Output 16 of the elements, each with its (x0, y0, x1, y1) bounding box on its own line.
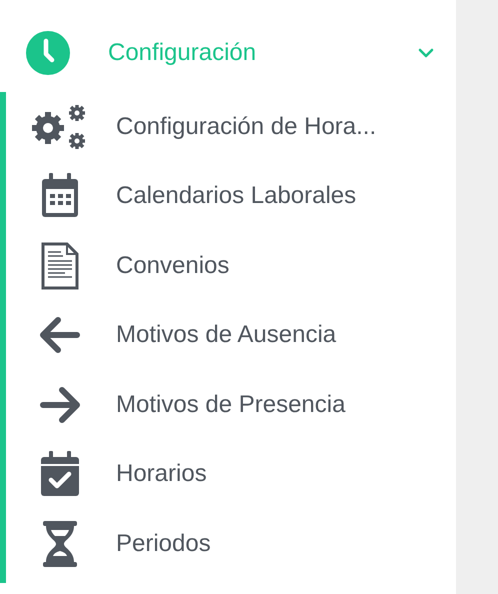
menu-item[interactable]: Motivos de Ausencia (116, 321, 336, 350)
menu-title: Configuración (108, 39, 258, 67)
menu-item[interactable]: Periodos (116, 530, 211, 558)
chevron-icon (418, 48, 434, 58)
menu-item[interactable]: Convenios (116, 252, 230, 280)
clock-icon (26, 31, 70, 75)
document-icon (41, 242, 79, 290)
hourglass-icon (42, 520, 78, 567)
menu-item[interactable]: Configuración de Hora... (116, 112, 376, 141)
arrow-left-icon (39, 315, 81, 356)
menu-item[interactable]: Horarios (116, 460, 207, 488)
menu-item[interactable]: Calendarios Laborales (116, 182, 356, 210)
arrow-right-icon (39, 384, 81, 425)
menu-item[interactable]: Motivos de Presencia (116, 390, 346, 419)
calendar-check-icon (40, 451, 80, 498)
calendar-icon (40, 173, 80, 220)
